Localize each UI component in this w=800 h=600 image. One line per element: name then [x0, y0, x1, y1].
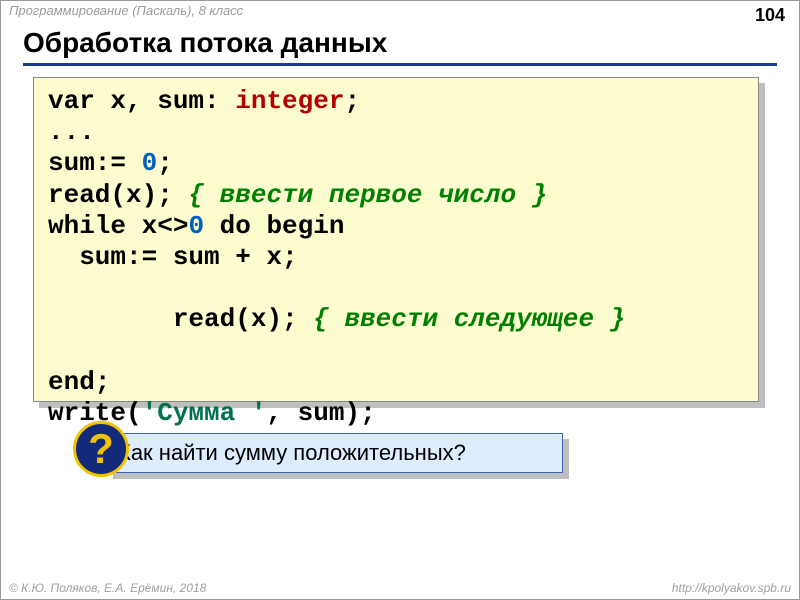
code-number: 0: [142, 148, 158, 178]
slide-body: Программирование (Паскаль), 8 класс 104 …: [0, 0, 800, 600]
question-text: Как найти сумму положительных?: [118, 440, 466, 466]
footer-url: http://kpolyakov.spb.ru: [672, 581, 791, 595]
question-mark-icon: ?: [73, 421, 129, 477]
code-line: end;: [48, 367, 744, 398]
code-box: var x, sum: integer; ... sum:= 0; read(x…: [33, 77, 759, 402]
title-row: Обработка потока данных: [23, 27, 777, 74]
code-comment: { ввести следующее }: [313, 304, 625, 334]
code-line: read(x); { ввести следующее }: [48, 273, 744, 367]
code-number: 0: [188, 211, 204, 241]
title-rule: [23, 63, 777, 66]
footer: © К.Ю. Поляков, Е.А. Ерёмин, 2018 http:/…: [9, 581, 791, 595]
code-text: , sum);: [266, 398, 375, 428]
code-text: read(x);: [142, 304, 314, 334]
code-text: read(x);: [48, 180, 188, 210]
code-text: var x, sum:: [48, 86, 235, 116]
breadcrumb: Программирование (Паскаль), 8 класс: [9, 3, 791, 23]
code-text: sum:=: [48, 148, 142, 178]
page-number: 104: [755, 5, 785, 26]
code-text: do begin: [204, 211, 344, 241]
code-line: sum:= sum + x;: [48, 242, 744, 273]
question-box: Как найти сумму положительных?: [107, 433, 563, 473]
code-text: while x<>: [48, 211, 188, 241]
footer-copyright: © К.Ю. Поляков, Е.А. Ерёмин, 2018: [9, 581, 206, 595]
code-line: ...: [48, 117, 744, 148]
code-comment: { ввести первое число }: [188, 180, 547, 210]
code-text: ;: [157, 148, 173, 178]
code-line: sum:= 0;: [48, 148, 744, 179]
code-line: var x, sum: integer;: [48, 86, 744, 117]
code-text: ;: [344, 86, 360, 116]
code-line: while x<>0 do begin: [48, 211, 744, 242]
code-line: write('Сумма ', sum);: [48, 398, 744, 429]
page-title: Обработка потока данных: [23, 27, 777, 61]
code-line: read(x); { ввести первое число }: [48, 180, 744, 211]
code-string: 'Сумма ': [142, 398, 267, 428]
code-type: integer: [235, 86, 344, 116]
